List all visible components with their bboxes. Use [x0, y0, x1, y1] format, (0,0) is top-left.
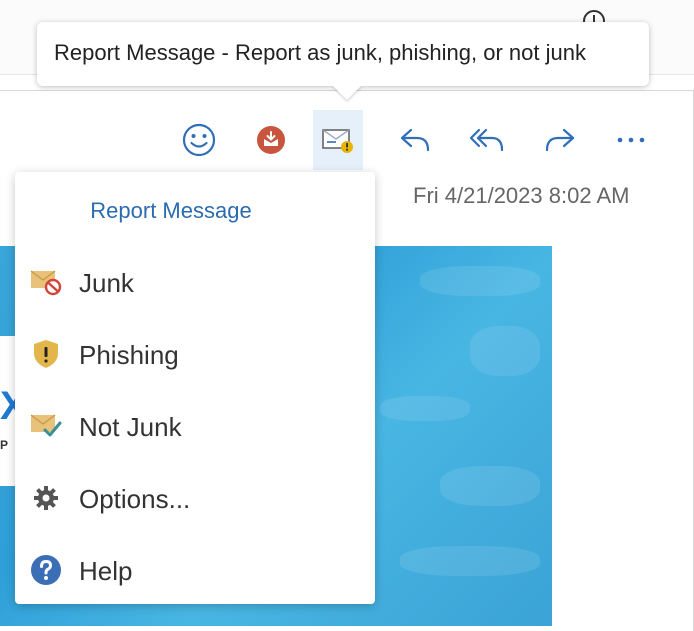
menu-item-phishing[interactable]: Phishing: [15, 326, 375, 382]
message-date: Fri 4/21/2023 8:02 AM: [413, 183, 630, 208]
phishing-shield-icon: [29, 338, 63, 370]
help-icon: [29, 554, 63, 586]
report-envelope-icon: [257, 126, 285, 154]
message-warning-icon: [322, 129, 353, 153]
menu-item-label: Help: [79, 556, 133, 586]
smiley-icon: [182, 123, 216, 157]
reply-all-button[interactable]: [462, 110, 512, 170]
tooltip-arrow: [332, 85, 362, 100]
more-actions-button[interactable]: [606, 110, 656, 170]
reply-button[interactable]: [390, 110, 440, 170]
report-phishing-button[interactable]: [246, 110, 296, 170]
reply-arrow-icon: [400, 128, 430, 152]
menu-item-help[interactable]: Help: [15, 542, 375, 598]
report-message-menu: Report Message Junk Phishing Not Junk Op…: [15, 172, 375, 604]
menu-item-label: Phishing: [79, 340, 179, 370]
menu-title: Report Message: [90, 198, 252, 223]
not-junk-envelope-icon: [29, 410, 63, 442]
report-message-button[interactable]: [313, 110, 363, 170]
report-message-tooltip: Report Message - Report as junk, phishin…: [37, 22, 649, 100]
menu-item-label: Options...: [79, 484, 191, 514]
reply-all-arrow-icon: [469, 128, 504, 152]
tooltip-text: Report Message - Report as junk, phishin…: [54, 40, 586, 65]
junk-envelope-icon: [29, 266, 63, 298]
emoji-react-button[interactable]: [174, 110, 224, 170]
menu-item-label: Junk: [79, 268, 134, 298]
menu-item-not-junk[interactable]: Not Junk: [15, 398, 375, 454]
forward-arrow-icon: [545, 128, 575, 152]
menu-item-options[interactable]: Options...: [15, 470, 375, 526]
gear-icon: [29, 482, 63, 514]
menu-item-junk[interactable]: Junk: [15, 254, 375, 310]
forward-button[interactable]: [535, 110, 585, 170]
ellipsis-icon: [617, 137, 645, 143]
menu-item-label: Not Junk: [79, 412, 182, 442]
